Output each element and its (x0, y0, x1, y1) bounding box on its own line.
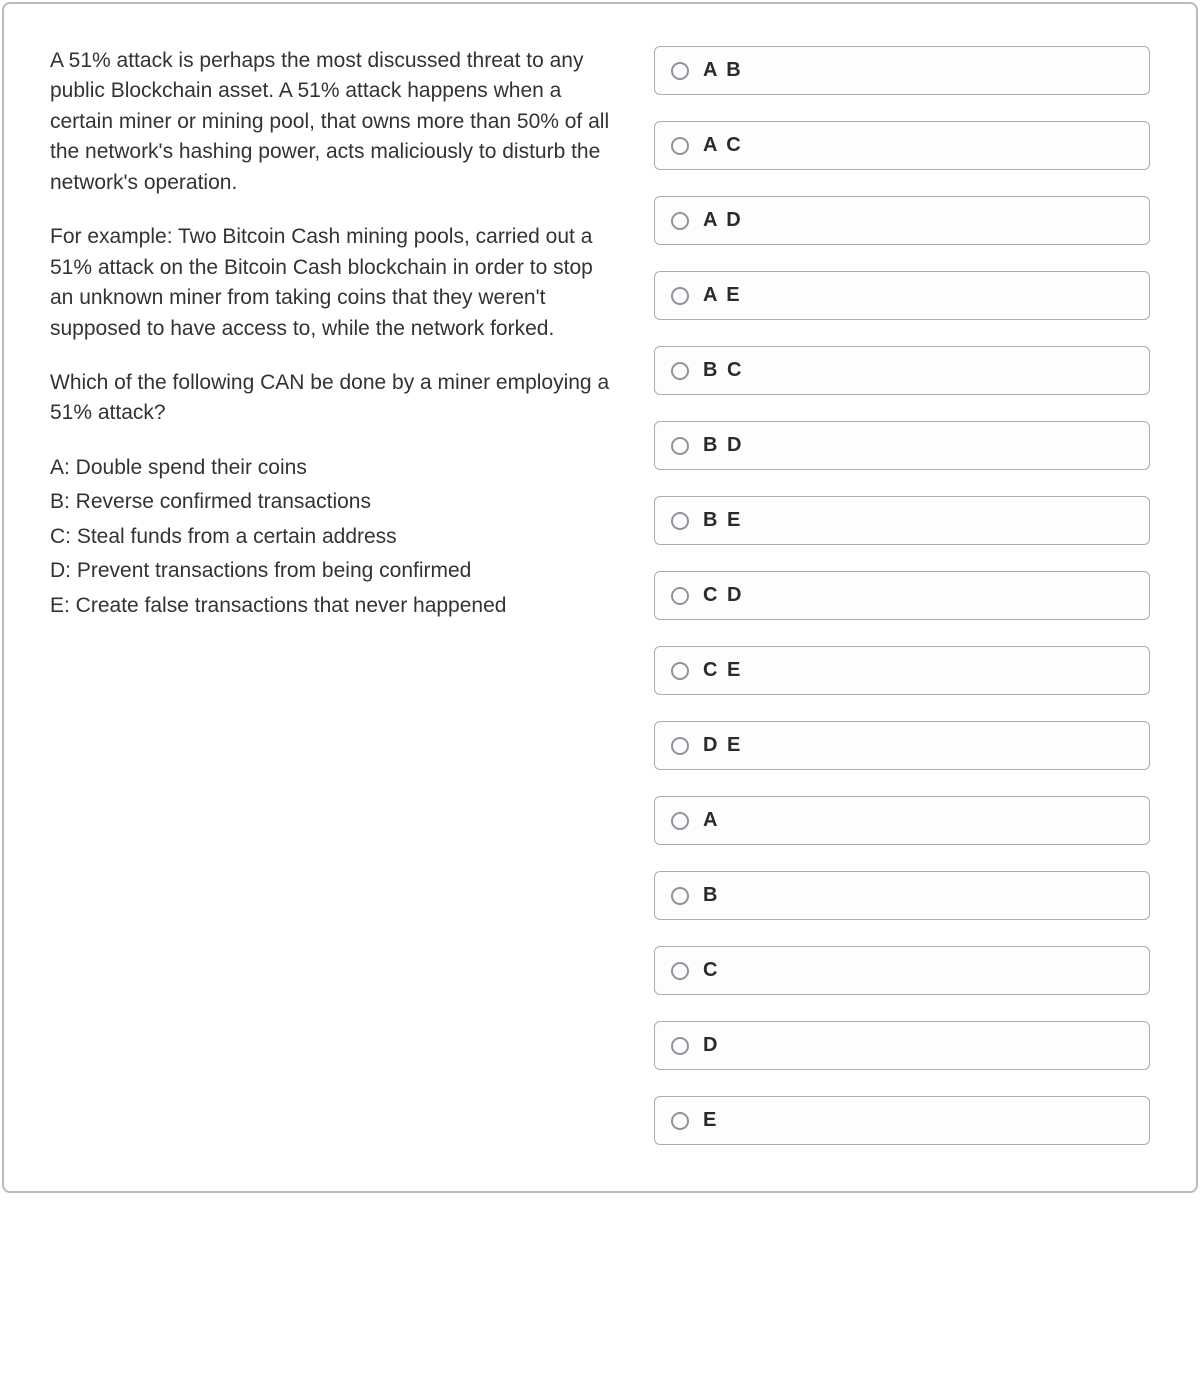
answer-label: A B (703, 59, 743, 82)
answer-choice[interactable]: A (654, 796, 1150, 845)
question-paragraph: A 51% attack is perhaps the most discuss… (50, 46, 610, 198)
answer-choice[interactable]: E (654, 1096, 1150, 1145)
answer-label: D E (703, 734, 742, 757)
answer-label: A (703, 809, 719, 832)
option-line: C: Steal funds from a certain address (50, 522, 610, 552)
radio-icon (671, 662, 689, 680)
answer-choice[interactable]: D (654, 1021, 1150, 1070)
answer-label: B (703, 884, 719, 907)
radio-icon (671, 62, 689, 80)
radio-icon (671, 1112, 689, 1130)
answer-choice[interactable]: A C (654, 121, 1150, 170)
radio-icon (671, 362, 689, 380)
radio-icon (671, 512, 689, 530)
answer-label: B D (703, 434, 743, 457)
answer-choice[interactable]: A D (654, 196, 1150, 245)
radio-icon (671, 212, 689, 230)
answers-column: A B A C A D A E B C B D B E C D (654, 46, 1150, 1145)
question-column: A 51% attack is perhaps the most discuss… (50, 46, 610, 1145)
radio-icon (671, 287, 689, 305)
answer-label: C E (703, 659, 742, 682)
option-line: B: Reverse confirmed transactions (50, 487, 610, 517)
answer-label: C (703, 959, 719, 982)
answer-choice[interactable]: A E (654, 271, 1150, 320)
answer-choice[interactable]: C E (654, 646, 1150, 695)
radio-icon (671, 812, 689, 830)
answer-label: C D (703, 584, 743, 607)
radio-icon (671, 737, 689, 755)
options-list: A: Double spend their coins B: Reverse c… (50, 453, 610, 621)
answer-label: E (703, 1109, 718, 1132)
answer-label: A E (703, 284, 742, 307)
answer-label: B E (703, 509, 742, 532)
answer-choice[interactable]: B D (654, 421, 1150, 470)
question-paragraph: For example: Two Bitcoin Cash mining poo… (50, 222, 610, 344)
answer-choice[interactable]: B C (654, 346, 1150, 395)
answer-choice[interactable]: B E (654, 496, 1150, 545)
answer-label: A C (703, 134, 743, 157)
answer-label: D (703, 1034, 719, 1057)
answer-choice[interactable]: C (654, 946, 1150, 995)
radio-icon (671, 1037, 689, 1055)
answer-choice[interactable]: C D (654, 571, 1150, 620)
question-card: A 51% attack is perhaps the most discuss… (2, 2, 1198, 1193)
option-line: E: Create false transactions that never … (50, 591, 610, 621)
answer-label: B C (703, 359, 743, 382)
answer-choice[interactable]: A B (654, 46, 1150, 95)
option-line: A: Double spend their coins (50, 453, 610, 483)
radio-icon (671, 887, 689, 905)
radio-icon (671, 962, 689, 980)
answer-label: A D (703, 209, 743, 232)
question-prompt: Which of the following CAN be done by a … (50, 368, 610, 429)
radio-icon (671, 437, 689, 455)
radio-icon (671, 587, 689, 605)
answer-choice[interactable]: B (654, 871, 1150, 920)
option-line: D: Prevent transactions from being confi… (50, 556, 610, 586)
radio-icon (671, 137, 689, 155)
answer-choice[interactable]: D E (654, 721, 1150, 770)
